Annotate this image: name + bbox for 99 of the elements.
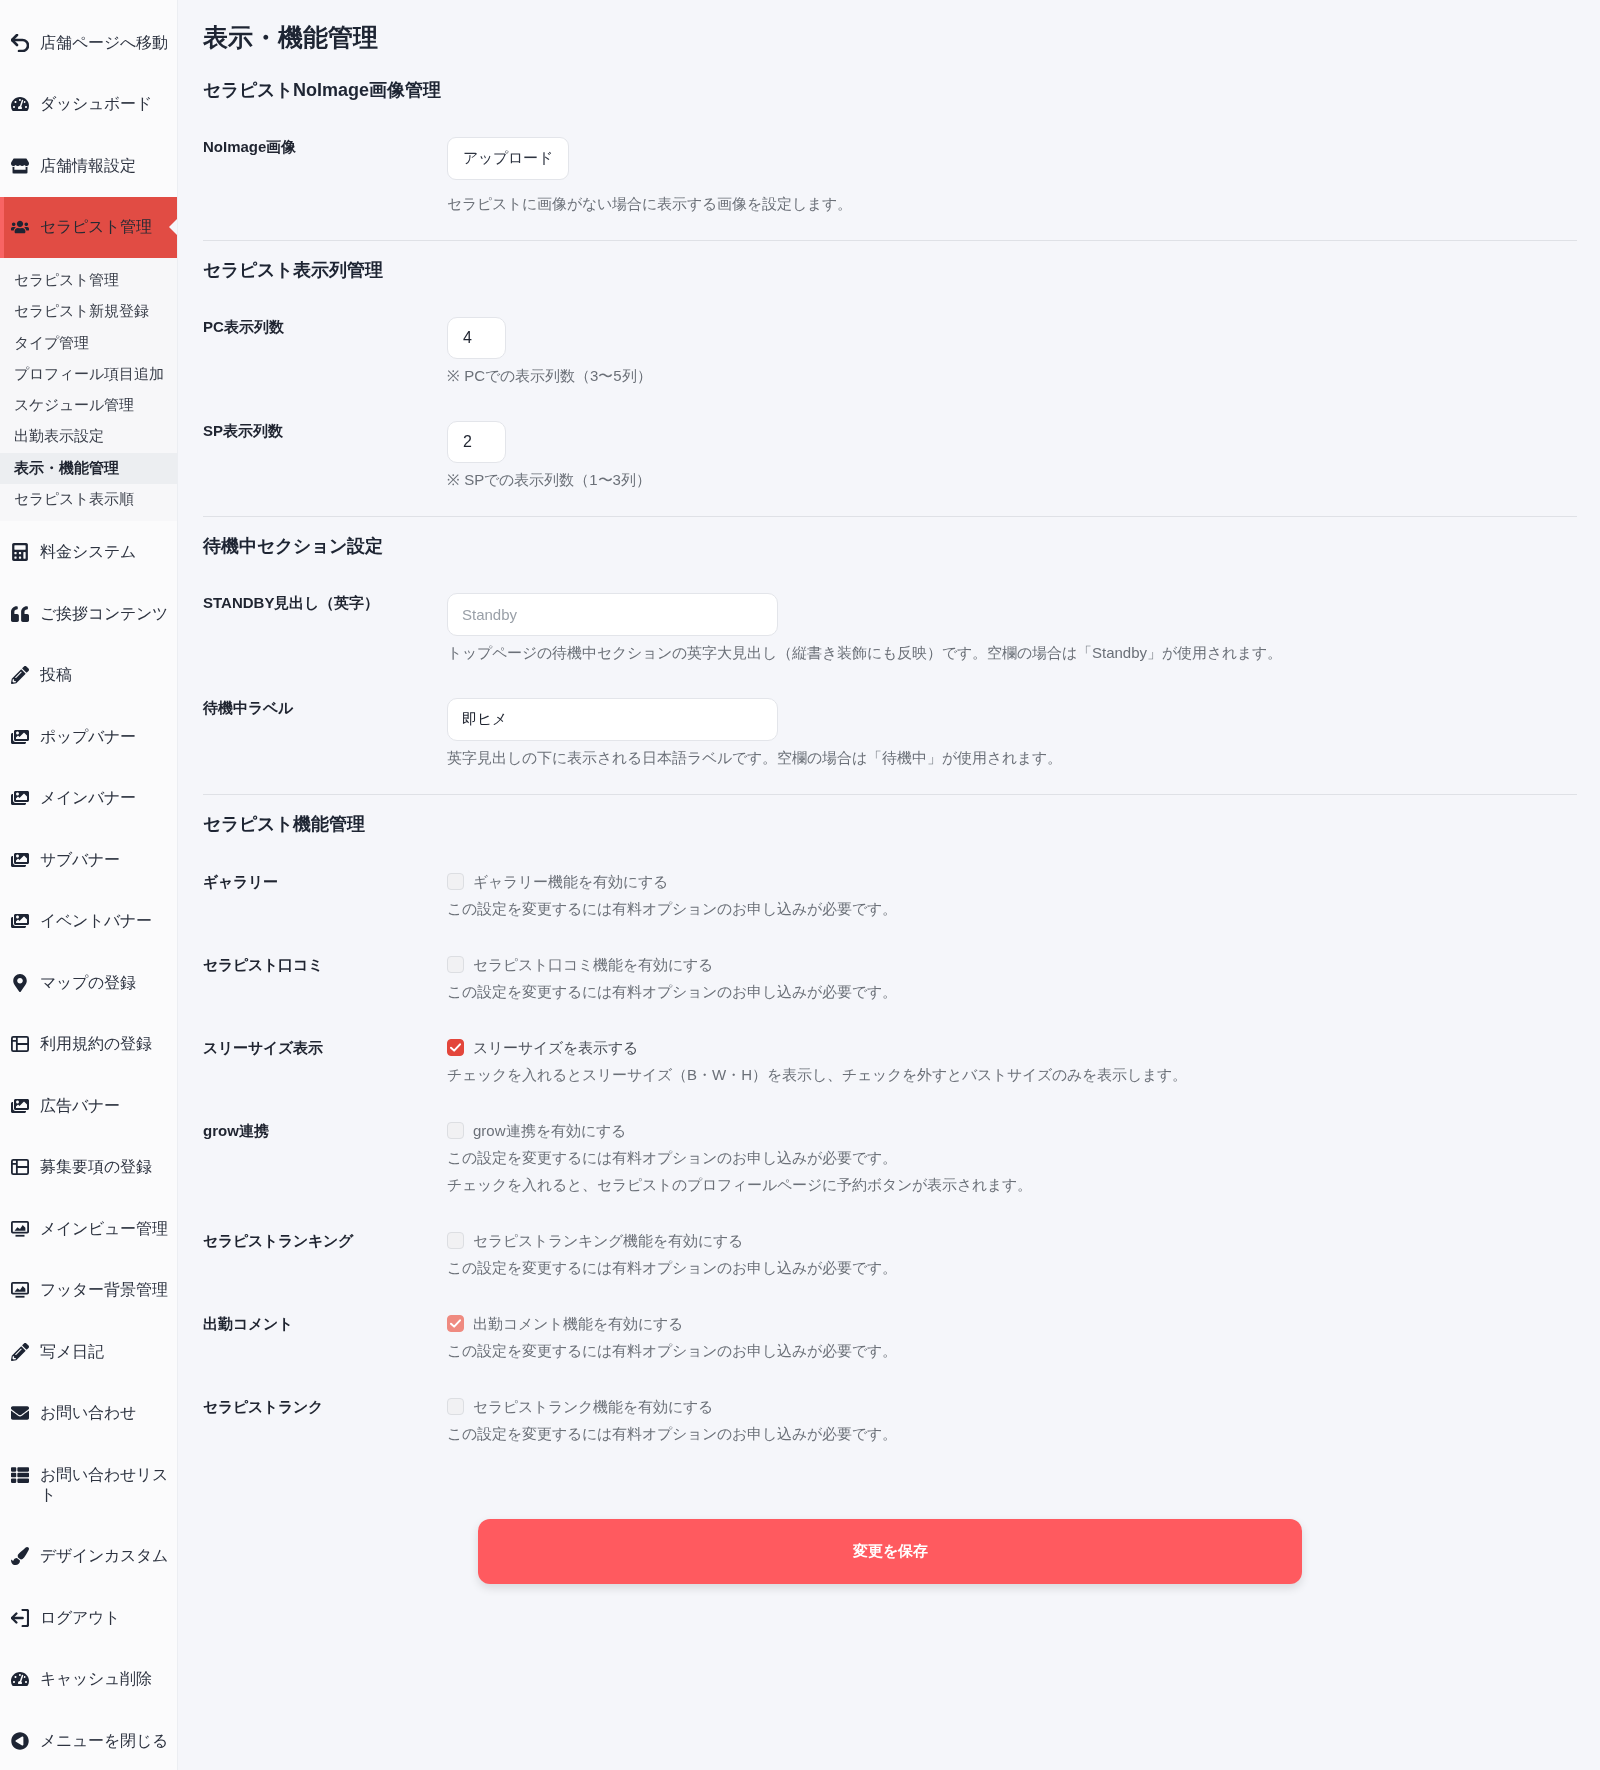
gauge-icon: [11, 1670, 29, 1689]
sidebar-link[interactable]: 募集要項の登録: [0, 1136, 177, 1198]
sidebar-link[interactable]: 広告バナー: [0, 1074, 177, 1137]
images-icon: [11, 850, 29, 869]
field-label: 出勤コメント: [203, 1314, 294, 1334]
checkmark-icon: [450, 1319, 461, 1328]
quote-icon: [11, 604, 29, 623]
field-label: PC表示列数: [203, 317, 285, 337]
sidebar-link[interactable]: メニューを閉じる: [0, 1709, 177, 1770]
checkmark-icon: [450, 1043, 461, 1052]
logout-icon: [11, 1608, 29, 1627]
envelope-icon: [11, 1404, 29, 1423]
checkbox-label: ギャラリー機能を有効にする: [473, 872, 668, 892]
field-label: セラピストランク: [203, 1397, 324, 1417]
sidebar-link[interactable]: 利用規約の登録: [0, 1013, 177, 1075]
sidebar-link[interactable]: ダッシュボード: [0, 73, 177, 135]
images-icon: [11, 789, 29, 808]
submenu-link[interactable]: セラピスト新規登録: [0, 296, 177, 328]
submenu-link[interactable]: 出勤表示設定: [0, 421, 177, 453]
help-text: チェックを入れると、セラピストのプロフィールページに予約ボタンが表示されます。: [447, 1175, 1033, 1195]
sidebar-link[interactable]: 投稿: [0, 644, 177, 706]
calculator-icon: [11, 543, 29, 562]
page-title: 表示・機能管理: [203, 22, 379, 53]
help-text: この設定を変更するには有料オプションのお申し込みが必要です。: [447, 1258, 898, 1278]
help-text: この設定を変更するには有料オプションのお申し込みが必要です。: [447, 899, 898, 919]
gauge-icon: [11, 95, 29, 114]
images-icon: [11, 727, 29, 746]
sidebar-link[interactable]: メインビュー管理: [0, 1197, 177, 1260]
sidebar-link[interactable]: ログアウト: [0, 1586, 177, 1649]
field-label: ギャラリー: [203, 872, 279, 892]
monitor-chart-icon: [11, 1219, 29, 1238]
sidebar-link[interactable]: サブバナー: [0, 828, 177, 891]
help-text: ※ PCでの表示列数（3〜5列）: [447, 366, 653, 386]
undo-arrow-icon: [11, 33, 29, 52]
map-pin-icon: [11, 973, 29, 992]
field-label: grow連携: [203, 1121, 270, 1141]
checkbox-label: セラピスト口コミ機能を有効にする: [473, 955, 713, 975]
submenu-link[interactable]: スケジュール管理: [0, 390, 177, 422]
sidebar-link[interactable]: イベントバナー: [0, 890, 177, 952]
checkbox[interactable]: [447, 1039, 464, 1056]
section-heading: セラピスト機能管理: [203, 813, 366, 836]
checkbox-label: セラピストランク機能を有効にする: [473, 1397, 713, 1417]
sidebar-link[interactable]: メインバナー: [0, 767, 177, 829]
paintbrush-icon: [11, 1547, 29, 1566]
field-label: SP表示列数: [203, 421, 284, 441]
sidebar-link[interactable]: お問い合わせリスト: [0, 1443, 177, 1526]
sidebar-link[interactable]: ポップバナー: [0, 705, 177, 768]
sidebar-link[interactable]: ご挨拶コンテンツ: [0, 582, 177, 645]
sidebar-link[interactable]: お問い合わせ: [0, 1382, 177, 1444]
sidebar-link[interactable]: 料金システム: [0, 521, 177, 583]
checkbox-label: grow連携を有効にする: [473, 1121, 626, 1141]
help-text: ※ SPでの表示列数（1〜3列）: [447, 470, 652, 490]
sidebar-link[interactable]: マップの登録: [0, 951, 177, 1014]
help-text: この設定を変更するには有料オプションのお申し込みが必要です。: [447, 1148, 898, 1168]
sidebar-link[interactable]: 店舗ページへ移動: [0, 12, 177, 74]
layout-icon: [11, 1035, 29, 1054]
images-icon: [11, 912, 29, 931]
images-icon: [11, 1096, 29, 1115]
submenu-link[interactable]: セラピスト表示順: [0, 484, 177, 516]
text-field[interactable]: Standby: [447, 593, 778, 636]
section-heading: 待機中セクション設定: [203, 535, 384, 558]
section-heading: セラピスト表示列管理: [203, 259, 384, 282]
sidebar-link[interactable]: セラピスト管理: [0, 196, 177, 258]
checkbox-label: セラピストランキング機能を有効にする: [473, 1231, 743, 1251]
sidebar-link[interactable]: フッター背景管理: [0, 1259, 177, 1321]
sidebar-link[interactable]: キャッシュ削除: [0, 1648, 177, 1710]
help-text: トップページの待機中セクションの英字大見出し（縦書き装飾にも反映）です。空欄の場合は「Standby」が使用されます。: [447, 643, 1284, 663]
field-label: スリーサイズ表示: [203, 1038, 324, 1058]
field-label: 待機中ラベル: [203, 698, 294, 718]
list-icon: [11, 1465, 29, 1484]
checkbox-label: スリーサイズを表示する: [473, 1038, 638, 1058]
submenu-link[interactable]: プロフィール項目追加: [0, 358, 177, 391]
monitor-chart-icon: [11, 1281, 29, 1300]
field-label: セラピスト口コミ: [203, 955, 324, 975]
sidebar-link[interactable]: デザインカスタム: [0, 1525, 177, 1587]
number-field[interactable]: 2: [447, 421, 506, 463]
field-label: STANDBY見出し（英字）: [203, 593, 381, 613]
layout-icon: [11, 1158, 29, 1177]
help-text: この設定を変更するには有料オプションのお申し込みが必要です。: [447, 982, 898, 1002]
upload-button[interactable]: アップロード: [447, 137, 569, 180]
help-text: この設定を変更するには有料オプションのお申し込みが必要です。: [447, 1424, 898, 1444]
text-field[interactable]: 即ヒメ: [447, 698, 778, 741]
help-text: チェックを入れるとスリーサイズ（B・W・H）を表示し、チェックを外すとバストサイズのみを表示します。: [447, 1065, 1188, 1085]
sidebar-link[interactable]: 店舗情報設定: [0, 135, 177, 197]
help-text: 英字見出しの下に表示される日本語ラベルです。空欄の場合は「待機中」が使用されます。: [447, 748, 1063, 768]
field-label: NoImage画像: [203, 137, 298, 157]
sidebar-link[interactable]: 写メ日記: [0, 1320, 177, 1383]
pencil-icon: [11, 1342, 29, 1361]
section-heading: セラピストNoImage画像管理: [203, 79, 443, 102]
submenu-link[interactable]: セラピスト管理: [0, 265, 177, 297]
help-text: この設定を変更するには有料オプションのお申し込みが必要です。: [447, 1341, 898, 1361]
number-field[interactable]: 4: [447, 317, 506, 359]
pencil-icon: [11, 666, 29, 685]
submenu-link[interactable]: タイプ管理: [0, 327, 177, 359]
help-text: セラピストに画像がない場合に表示する画像を設定します。: [447, 194, 853, 214]
storefront-icon: [11, 156, 29, 175]
submenu-link[interactable]: 表示・機能管理: [0, 452, 177, 485]
checkbox-label: 出勤コメント機能を有効にする: [473, 1314, 683, 1334]
field-label: セラピストランキング: [203, 1231, 355, 1251]
